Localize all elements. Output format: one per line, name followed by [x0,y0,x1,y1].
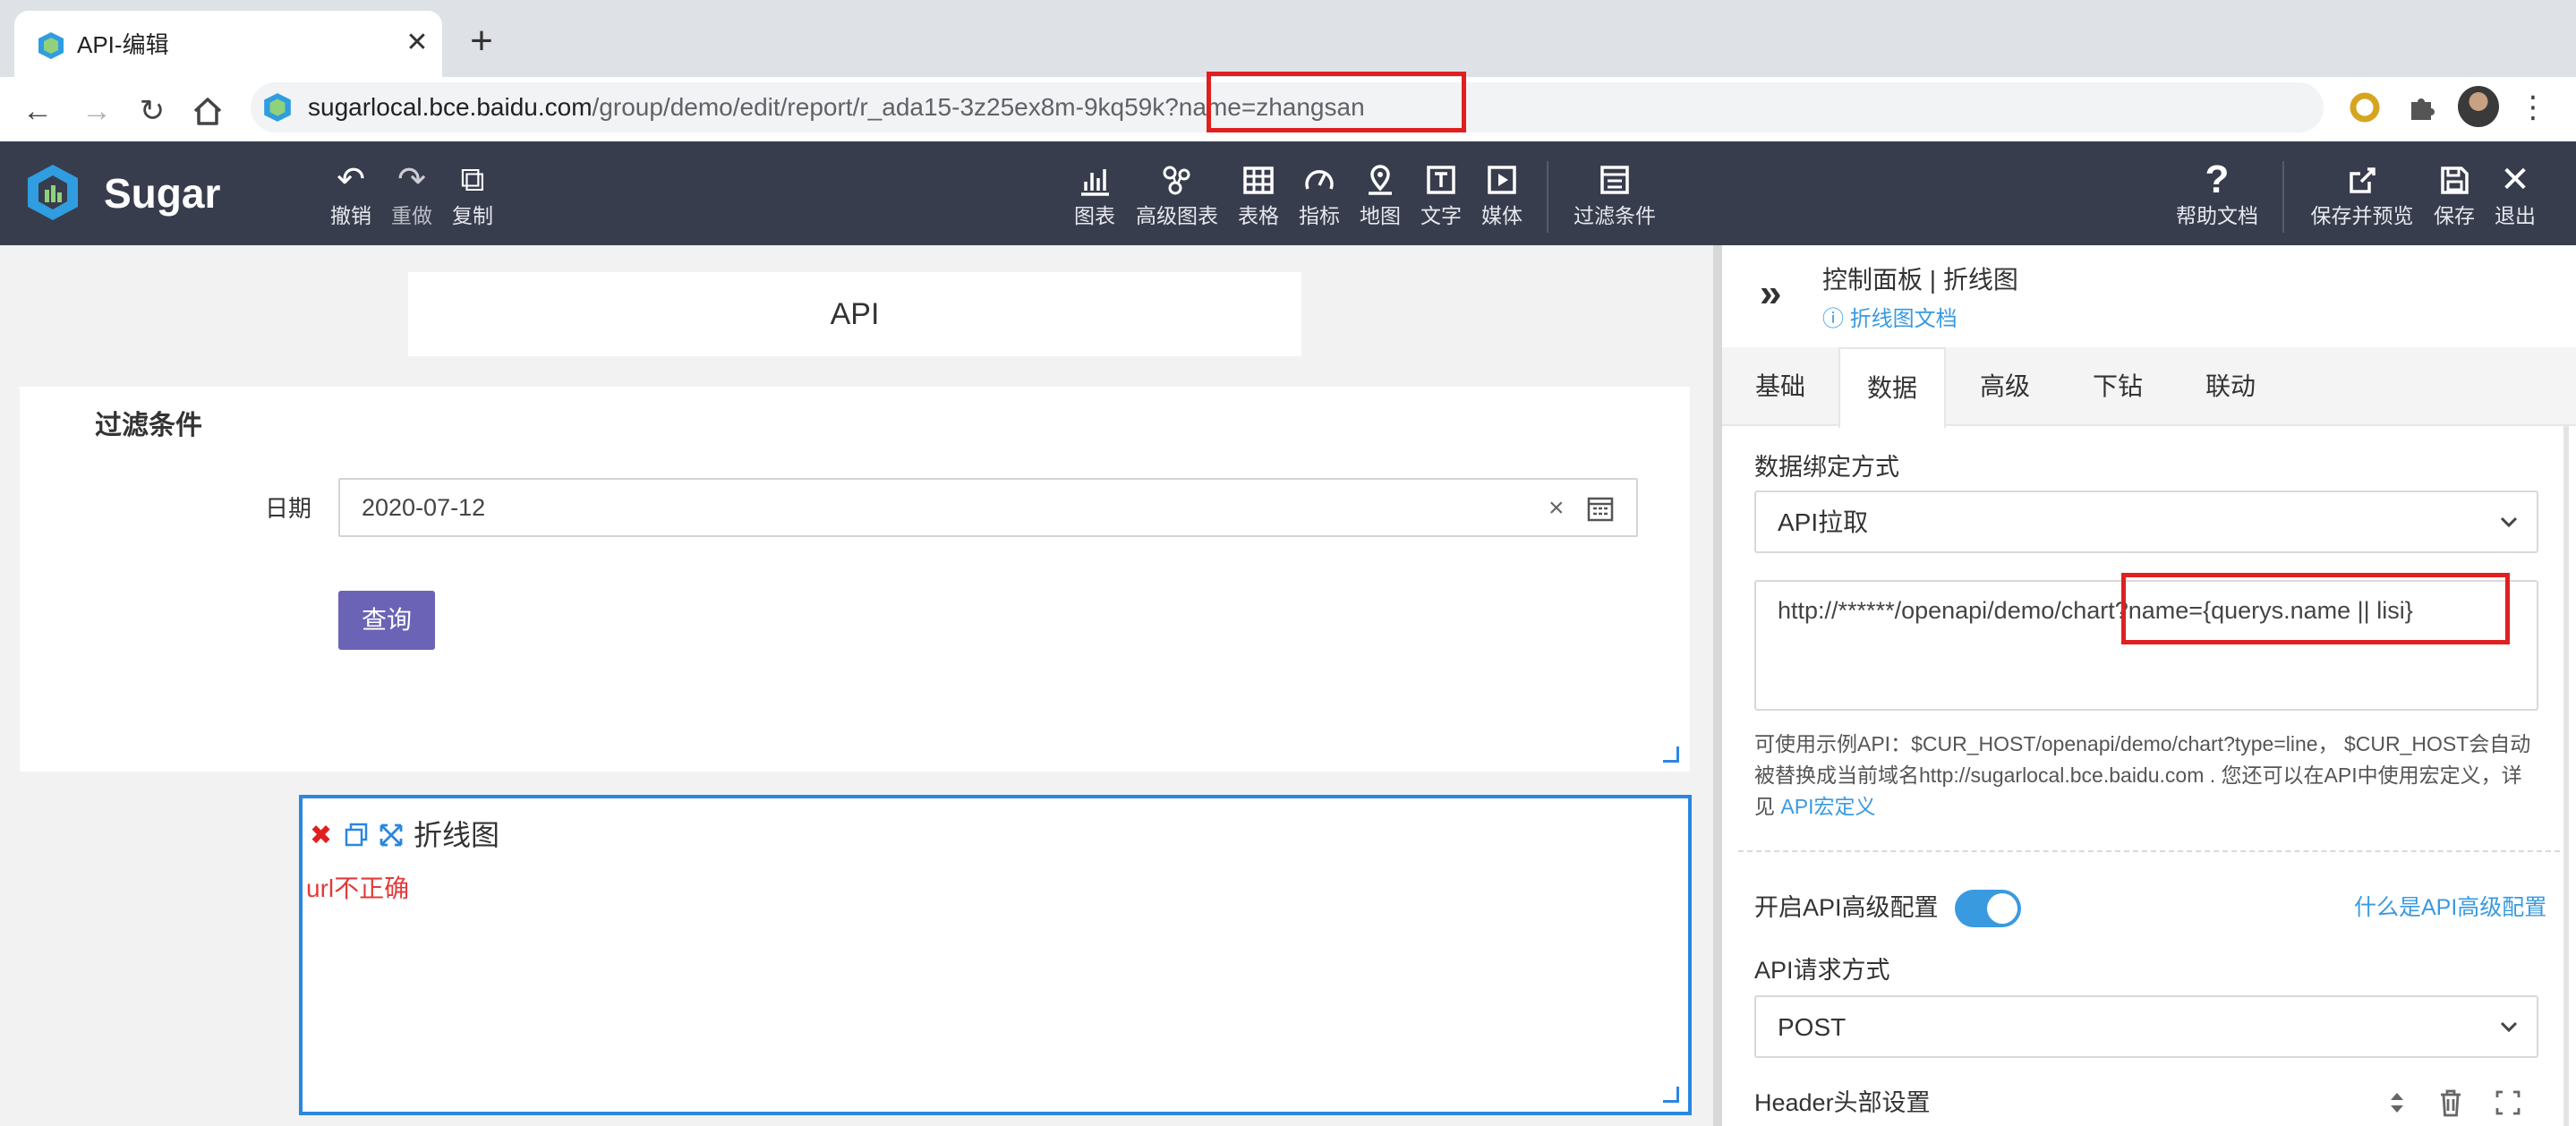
date-label: 日期 [265,495,312,522]
forward-arrow-icon[interactable]: → [75,90,118,132]
tool-table[interactable]: 表格 [1233,158,1284,235]
panel-scrollbar[interactable] [2563,426,2569,1126]
calendar-icon[interactable] [1586,494,1615,523]
extensions-puzzle-icon[interactable] [2404,90,2440,125]
api-param-highlight-box [2121,573,2510,644]
binding-method-select[interactable] [1754,490,2538,553]
resize-handle[interactable] [1663,1087,1679,1103]
chart-title: 折线图 [414,819,500,851]
panel-title: 控制面板 | 折线图 [1822,266,2018,294]
tab-drilldown[interactable]: 下钻 [2064,347,2171,426]
filter-panel[interactable] [20,387,1690,772]
toolbar-separator [2282,161,2284,233]
chevron-down-icon [2500,516,2518,528]
binding-method-value: API拉取 [1778,508,1869,536]
back-arrow-icon[interactable]: ← [16,90,59,132]
gauge-icon [1305,170,1334,190]
header-settings-label: Header头部设置 [1754,1089,1931,1116]
save-icon [2441,166,2469,194]
redo-button[interactable]: ↷ 重做 [387,158,437,235]
line-chart-component[interactable] [299,795,1692,1115]
undo-icon: ↶ [337,161,365,199]
text-icon [1427,166,1455,194]
tab-basic[interactable]: 基础 [1722,347,1838,426]
help-icon: ? [2205,158,2230,201]
tool-metric[interactable]: 指标 [1294,158,1344,235]
line-chart-doc-link[interactable]: ⓘ 折线图文档 [1822,303,1958,337]
query-button[interactable]: 查询 [338,591,435,650]
filter-panel-title: 过滤条件 [95,411,202,440]
sort-icon[interactable] [2381,1085,2413,1121]
chart-error-message: url不正确 [306,874,410,902]
media-icon [1488,166,1516,194]
reload-icon[interactable]: ↻ [131,90,174,132]
url-host: sugarlocal.bce.baidu.com [308,93,593,121]
copy-icon: ⧉ [460,161,485,199]
date-clear-icon[interactable]: × [1548,490,1565,526]
tab-close-icon[interactable]: ✕ [399,25,435,61]
redo-icon: ↷ [397,161,426,199]
save-preview-button[interactable]: 保存并预览 [2304,158,2420,235]
tab-linkage[interactable]: 联动 [2177,347,2284,426]
request-method-label: API请求方式 [1754,957,1890,984]
url-query-highlight-box [1207,72,1466,132]
what-is-advanced-config-link[interactable]: 什么是API高级配置 [2354,890,2546,926]
resize-handle[interactable] [1663,746,1679,763]
browser-menu-icon[interactable]: ⋮ [2517,88,2549,127]
tool-media[interactable]: 媒体 [1477,158,1527,235]
app-logo-text: Sugar [104,170,221,217]
undo-button[interactable]: ↶ 撤销 [326,158,376,235]
advanced-chart-icon [1163,166,1190,195]
delete-icon[interactable]: ✖ [310,820,332,852]
browser-tab[interactable]: API-编辑 ✕ [14,11,442,77]
panel-divider[interactable] [1713,245,1722,1126]
report-title-box[interactable]: API [408,272,1301,356]
sugar-favicon-icon [38,32,64,59]
bar-chart-icon [1081,169,1109,196]
map-pin-icon [1369,165,1392,195]
chevron-down-icon [2500,1021,2518,1033]
toolbar-separator [1547,161,1548,233]
tool-advanced-chart[interactable]: 高级图表 [1131,158,1223,235]
help-docs-button[interactable]: ? 帮助文档 [2170,158,2265,235]
trash-icon[interactable] [2435,1085,2467,1121]
advanced-config-label: 开启API高级配置 [1754,894,1939,921]
external-link-icon [2350,167,2376,193]
tab-advanced[interactable]: 高级 [1951,347,2059,426]
request-method-value: POST [1778,1013,1847,1041]
tab-data[interactable]: 数据 [1838,347,1946,428]
new-tab-button[interactable]: + [462,21,501,63]
table-icon [1243,166,1274,194]
close-icon: ✕ [2500,160,2530,200]
tool-map[interactable]: 地图 [1355,158,1405,235]
sugar-logo-icon [28,165,78,220]
binding-method-label: 数据绑定方式 [1754,454,1899,481]
save-button[interactable]: 保存 [2429,158,2479,235]
duplicate-icon[interactable] [344,822,369,849]
fullscreen-icon[interactable] [2492,1085,2524,1121]
site-favicon-icon [264,93,291,122]
request-method-select[interactable] [1754,995,2538,1058]
tool-filter[interactable]: 过滤条件 [1568,158,1661,235]
date-value: 2020-07-12 [362,494,486,521]
api-help-text: 可使用示例API：$CUR_HOST/openapi/demo/chart?ty… [1754,732,2531,818]
copy-button[interactable]: ⧉ 复制 [448,158,498,235]
filter-list-icon [1600,166,1629,194]
collapse-panel-icon[interactable]: » [1760,272,1803,315]
api-macro-link[interactable]: API宏定义 [1780,795,1875,818]
tool-text[interactable]: 文字 [1416,158,1466,235]
home-icon[interactable] [188,91,227,131]
exit-button[interactable]: ✕ 退出 [2490,158,2540,235]
date-input[interactable] [338,478,1638,537]
profile-avatar[interactable] [2458,86,2499,127]
section-divider [1738,850,2560,852]
tool-chart[interactable]: 图表 [1067,158,1122,235]
extension-ring-icon[interactable] [2347,90,2383,125]
toggle-knob [1987,893,2017,924]
browser-tab-title: API-编辑 [77,31,169,58]
expand-icon[interactable] [378,822,405,849]
